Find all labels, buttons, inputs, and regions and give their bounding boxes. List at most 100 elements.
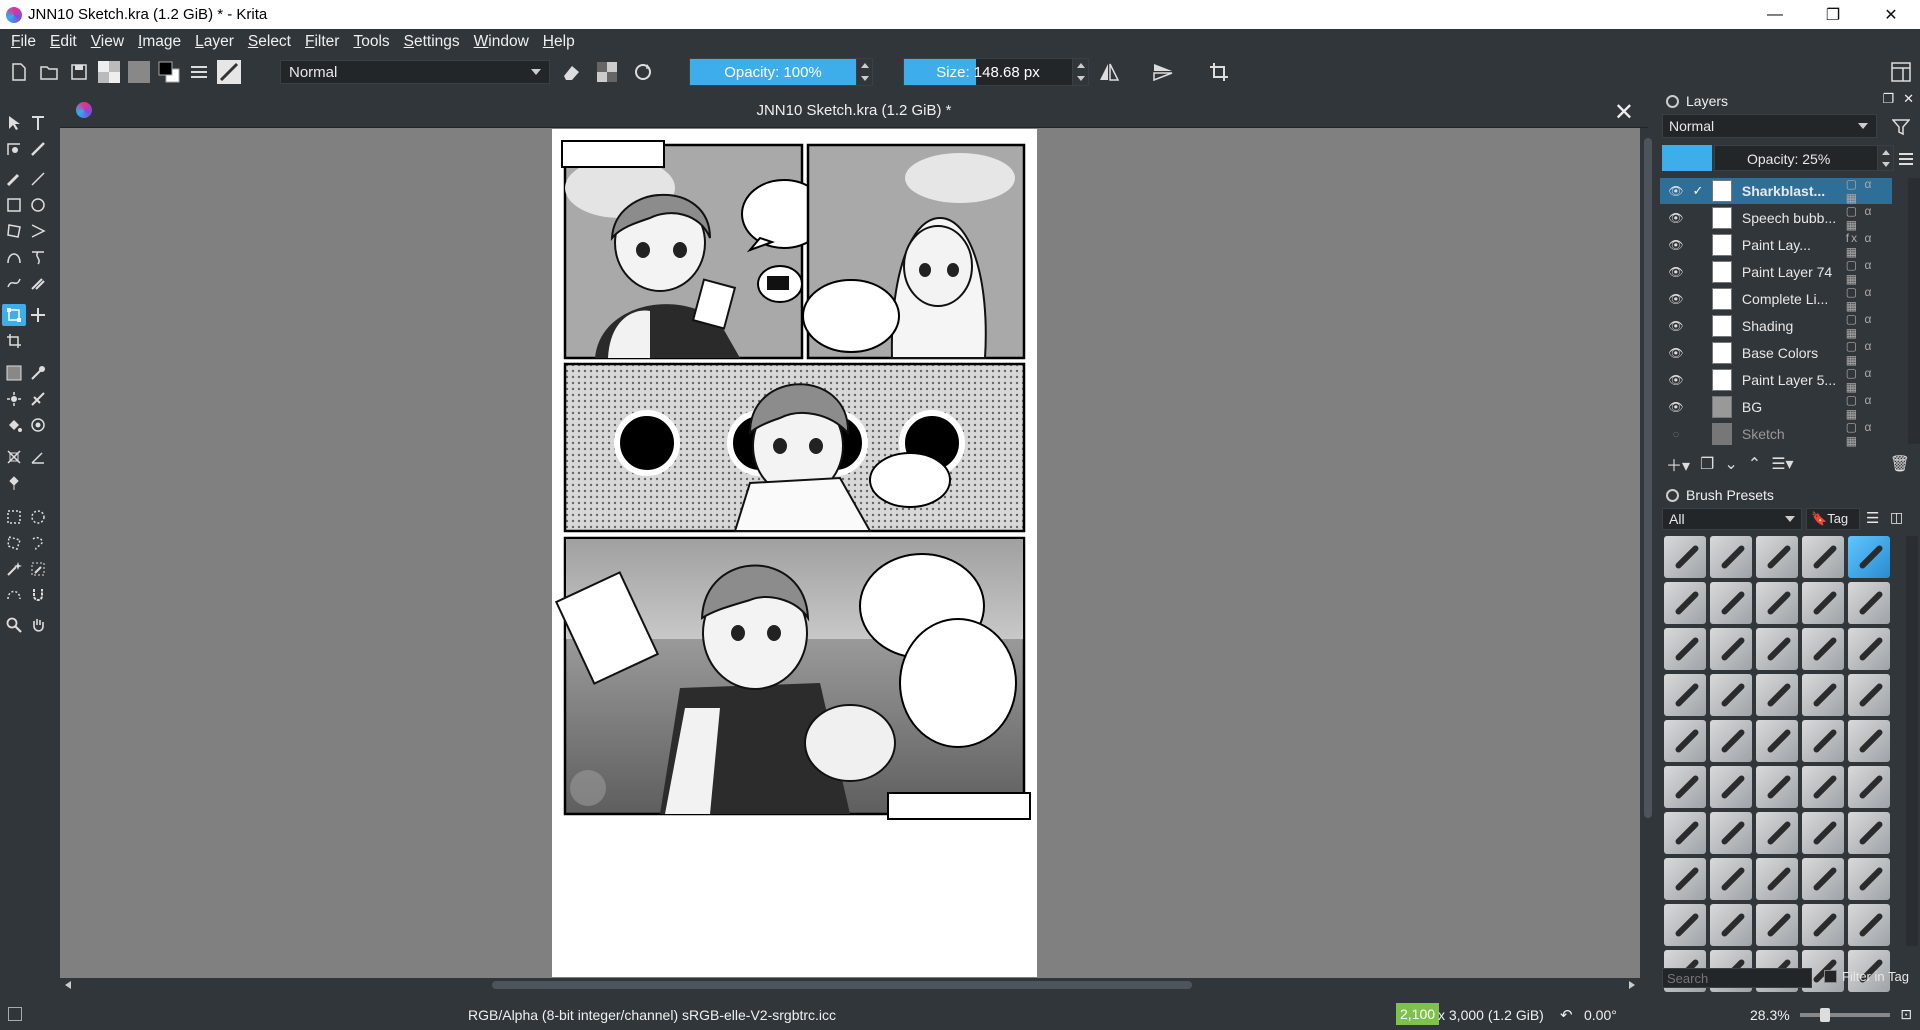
brush-preset[interactable]	[1710, 582, 1752, 624]
brush-preset[interactable]	[1710, 536, 1752, 578]
menu-filter[interactable]: Filter	[298, 33, 346, 51]
ellipse-tool-icon[interactable]	[26, 194, 50, 216]
brush-preset[interactable]	[1664, 766, 1706, 808]
ellipse-select-icon[interactable]	[26, 506, 50, 528]
brush-preset-selected[interactable]	[1848, 536, 1890, 578]
reference-images-icon[interactable]	[2, 472, 26, 494]
blend-mode-select[interactable]: Normal	[280, 60, 550, 84]
tag-button[interactable]: 🔖Tag	[1806, 508, 1860, 530]
opacity-slider[interactable]: Opacity: 100%	[689, 58, 873, 86]
canvas-area[interactable]	[60, 128, 1640, 978]
brush-preset[interactable]	[1710, 766, 1752, 808]
menu-edit[interactable]: Edit	[43, 33, 84, 51]
brush-settings-icon[interactable]	[184, 57, 214, 87]
layer-visibility-eye-icon[interactable]: 👁	[1666, 238, 1686, 252]
layer-visibility-eye-icon[interactable]: 👁	[1666, 211, 1686, 225]
bezier-tool-icon[interactable]	[2, 246, 26, 268]
brush-preset[interactable]	[1664, 536, 1706, 578]
comic-page-canvas[interactable]	[60, 128, 1640, 978]
brush-preset[interactable]	[1664, 582, 1706, 624]
layer-properties-icons[interactable]: ▢ α ▦	[1846, 177, 1892, 205]
brush-preset[interactable]	[1802, 536, 1844, 578]
menu-help[interactable]: Help	[536, 33, 582, 51]
brush-preset[interactable]	[1710, 904, 1752, 946]
brush-preset[interactable]	[1756, 766, 1798, 808]
layer-row[interactable]: 👁 Paint Layer 74 ▢ α ▦	[1660, 258, 1892, 286]
brush-preset[interactable]	[1802, 766, 1844, 808]
brush-preset[interactable]	[1664, 858, 1706, 900]
layer-row[interactable]: 👁 Paint Layer 5... ▢ α ▦	[1660, 366, 1892, 394]
layer-visibility-eye-icon[interactable]: 👁	[1666, 373, 1686, 387]
layer-hidden-eye-icon[interactable]: ○	[1666, 427, 1686, 441]
layer-properties-icons[interactable]: ▢ α ▦	[1846, 393, 1892, 421]
vertical-scroll-thumb[interactable]	[1644, 138, 1652, 818]
layer-properties-icons[interactable]: ▢ α ▦	[1846, 312, 1892, 340]
layer-row[interactable]: 👁 Paint Lay... fx α ▦	[1660, 231, 1892, 259]
enclose-fill-icon[interactable]	[26, 414, 50, 436]
calligraphy-icon[interactable]	[26, 138, 50, 160]
gradient-tool-icon[interactable]	[2, 362, 26, 384]
menu-select[interactable]: Select	[241, 33, 298, 51]
smart-patch-icon[interactable]	[2, 388, 26, 410]
layer-row[interactable]: ○ Sketch ▢ α ▦	[1660, 420, 1892, 448]
polyline-tool-icon[interactable]	[26, 220, 50, 242]
horizontal-scroll-thumb[interactable]	[492, 981, 1192, 989]
minimize-button[interactable]: —	[1746, 0, 1804, 29]
move-layer-down-icon[interactable]: ⌄	[1724, 454, 1737, 474]
layer-properties-icons[interactable]: ▢ α ▦	[1846, 258, 1892, 286]
vertical-scrollbar[interactable]	[1640, 128, 1656, 978]
layer-opacity-slider[interactable]: Opacity: 25%	[1714, 145, 1894, 171]
maximize-button[interactable]: ❐	[1804, 0, 1862, 29]
brush-preset[interactable]	[1756, 858, 1798, 900]
brush-preset[interactable]	[1756, 904, 1798, 946]
brush-preset[interactable]	[1848, 858, 1890, 900]
brush-preset[interactable]	[1802, 674, 1844, 716]
brush-tag-filter-select[interactable]: All	[1662, 508, 1802, 530]
transform-tool-icon[interactable]	[2, 304, 26, 326]
rotation-icon[interactable]: ↶	[1560, 1006, 1573, 1024]
brush-preset[interactable]	[1802, 582, 1844, 624]
brush-preset[interactable]	[1848, 904, 1890, 946]
preserve-alpha-icon[interactable]	[592, 57, 622, 87]
mirror-vertical-icon[interactable]	[1148, 57, 1178, 87]
measure-tool-icon[interactable]	[26, 446, 50, 468]
layer-menu-icon[interactable]	[1898, 152, 1914, 166]
brush-preset[interactable]	[1756, 536, 1798, 578]
layer-list-scrollbar[interactable]	[1908, 178, 1920, 444]
layer-visibility-eye-icon[interactable]: 👁	[1666, 292, 1686, 306]
layer-properties-icons[interactable]: ▢ α ▦	[1846, 420, 1892, 448]
brush-preset[interactable]	[1802, 628, 1844, 670]
brush-preset[interactable]	[1664, 720, 1706, 762]
brush-preset[interactable]	[1756, 674, 1798, 716]
dynamic-brush-icon[interactable]	[2, 272, 26, 294]
brush-preset[interactable]	[1848, 674, 1890, 716]
reload-preset-icon[interactable]	[628, 57, 658, 87]
brush-preset[interactable]	[1756, 628, 1798, 670]
layer-visibility-eye-icon[interactable]: 👁	[1666, 400, 1686, 414]
brush-preset[interactable]	[1802, 812, 1844, 854]
text-tool-icon[interactable]	[26, 112, 50, 134]
zoom-tool-icon[interactable]	[2, 614, 26, 636]
eraser-icon[interactable]	[556, 57, 586, 87]
brush-preset[interactable]	[1848, 582, 1890, 624]
menu-window[interactable]: Window	[467, 33, 536, 51]
fill-tool-icon[interactable]	[2, 414, 26, 436]
close-document-button[interactable]: ✕	[1614, 98, 1634, 127]
layer-visibility-eye-icon[interactable]: 👁	[1666, 346, 1686, 360]
brush-preset[interactable]	[1664, 628, 1706, 670]
layer-row[interactable]: 👁 Shading ▢ α ▦	[1660, 312, 1892, 340]
brush-size-slider[interactable]: Size: 148.68 px	[903, 58, 1089, 86]
new-document-icon[interactable]	[4, 57, 34, 87]
crop-tool-icon[interactable]	[2, 330, 26, 352]
assistant-tool-icon[interactable]	[26, 388, 50, 410]
multibrush-icon[interactable]	[26, 272, 50, 294]
menu-file[interactable]: File	[4, 33, 43, 51]
edit-shapes-icon[interactable]	[2, 138, 26, 160]
filter-icon[interactable]	[1892, 118, 1910, 136]
layer-row[interactable]: 👁 BG ▢ α ▦	[1660, 393, 1892, 421]
brush-preset[interactable]	[1848, 766, 1890, 808]
fg-bg-color-icon[interactable]	[154, 57, 184, 87]
brush-preset[interactable]	[1710, 674, 1752, 716]
freehand-brush-icon[interactable]	[2, 168, 26, 190]
layer-row[interactable]: 👁 Base Colors ▢ α ▦	[1660, 339, 1892, 367]
